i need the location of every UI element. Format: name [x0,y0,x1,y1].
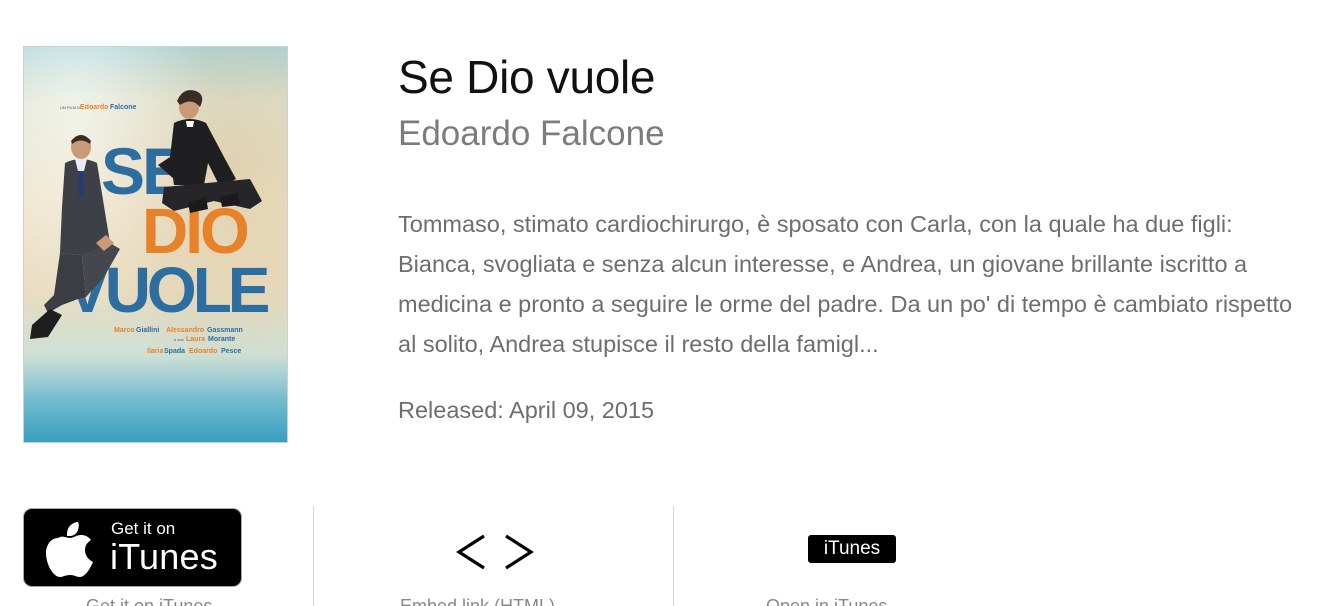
badge-label[interactable]: Get it on iTunes [86,596,212,606]
movie-director[interactable]: Edoardo Falcone [398,114,665,154]
release-date: Released: April 09, 2015 [398,397,655,423]
movie-page: UN FILM DI Edoardo Falcone SE DIO VUOLE [0,0,1332,606]
get-it-on-itunes-button[interactable]: Get it on iTunes [23,508,242,587]
poster-cast-1c: Alessandro [166,327,204,334]
itunes-label[interactable]: Open in iTunes [766,596,887,606]
badge-big-text: iTunes [110,536,218,577]
poster-credit-first: Edoardo [80,104,108,111]
poster-cast-1a: Marco [114,327,135,334]
poster-cast-2-prefix: e con [174,337,184,342]
poster-cast-1b: Giallini [136,327,159,334]
movie-title: Se Dio vuole [398,51,656,103]
divider-left [313,506,314,606]
poster-cast-1d: Gassmann [207,327,243,334]
poster-artwork: UN FILM DI Edoardo Falcone SE DIO VUOLE [30,90,273,355]
poster-cast-2a: Laura [186,336,205,343]
divider-right [673,506,674,606]
movie-poster[interactable]: UN FILM DI Edoardo Falcone SE DIO VUOLE [23,46,288,443]
embed-label[interactable]: Embed link (HTML) [400,596,555,606]
embed-code-icon[interactable] [455,530,535,574]
poster-credit-prefix: UN FILM DI [60,105,81,110]
poster-credit-last: Falcone [110,104,137,111]
apple-logo-icon [46,522,93,577]
poster-cast-2b: Morante [208,336,235,343]
movie-description: Tommaso, stimato cardiochirurgo, è sposa… [398,211,1293,357]
poster-cast-3c: Edoardo [189,348,217,355]
poster-cast-3d: Pesce [221,348,241,355]
poster-cast-3a: Ilaria [147,348,163,355]
poster-cast-3b: Spada [164,348,185,355]
poster-actor-right [158,90,262,213]
itunes-tag-button[interactable]: iTunes [808,535,896,563]
